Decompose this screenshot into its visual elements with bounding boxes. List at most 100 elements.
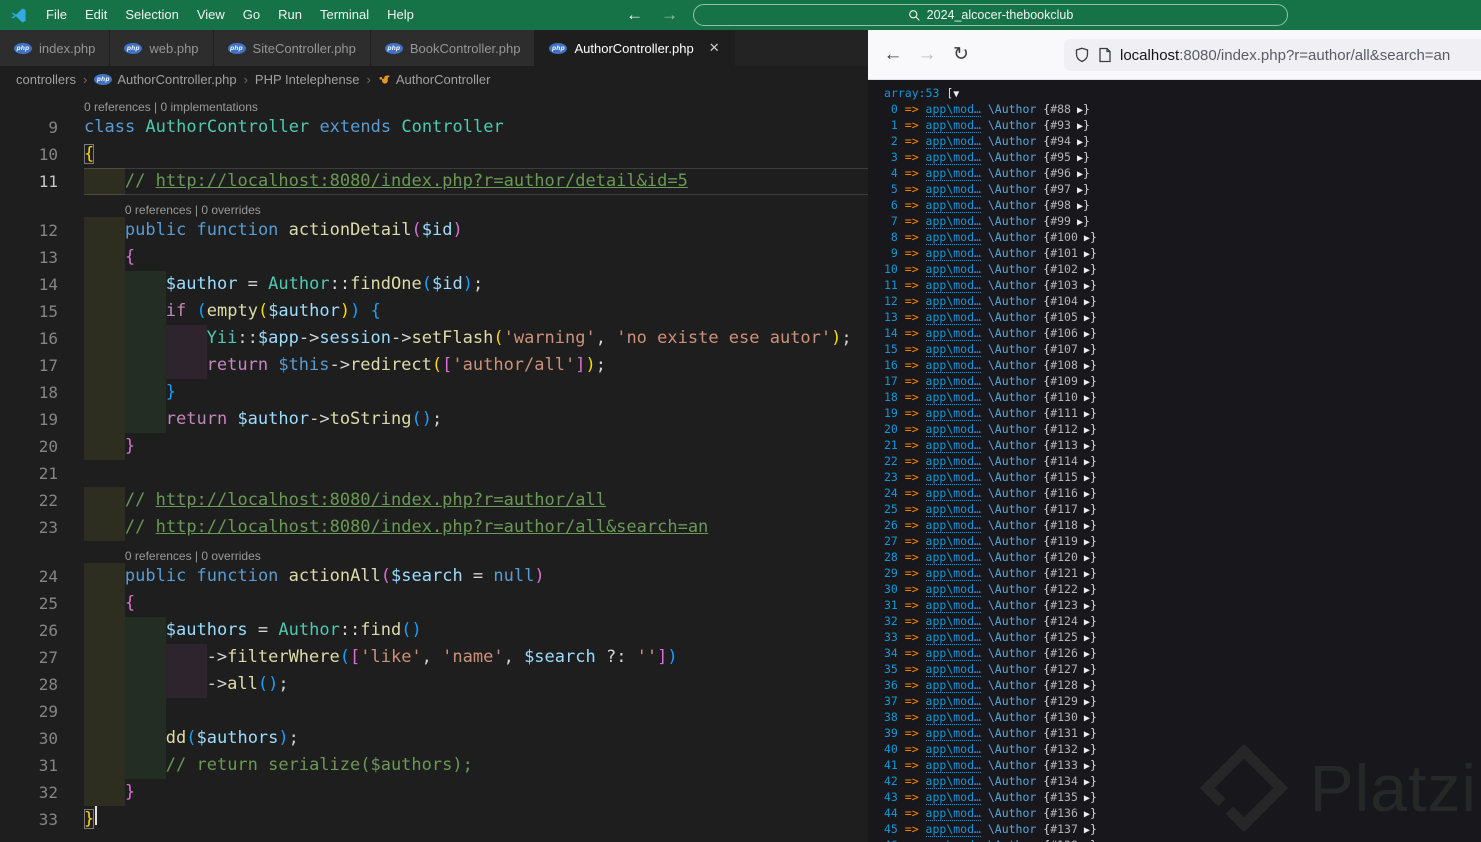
tab-index-php[interactable]: php index.php [0,30,111,66]
line-number[interactable]: 16 [0,325,58,352]
expand-toggle-icon[interactable]: ▶ [1078,585,1090,596]
line-number[interactable]: 17 [0,352,58,379]
expand-toggle-icon[interactable]: ▶ [1071,185,1083,196]
codelens-references[interactable]: 0 references | 0 overrides [0,195,868,217]
breadcrumb-item-controllers[interactable]: controllers [16,72,76,87]
expand-toggle-icon[interactable]: ▶ [1078,745,1090,756]
expand-toggle-icon[interactable]: ▶ [1078,633,1090,644]
expand-toggle-icon[interactable]: ▶ [1078,617,1090,628]
line-number[interactable]: 31 [0,752,58,779]
menu-item-run[interactable]: Run [269,0,311,30]
address-bar[interactable]: localhost:8080/index.php?r=author/all&se… [1064,39,1481,71]
line-number[interactable]: 33 [0,806,58,833]
line-number[interactable]: 23 [0,514,58,541]
code-line[interactable]: 23 // http://localhost:8080/index.php?r=a… [0,514,868,541]
expand-toggle-icon[interactable]: ▶ [1078,345,1090,356]
url-link[interactable]: http://localhost:8080/index.php?r=author… [156,490,606,510]
code-line[interactable]: 16 Yii::$app->session->setFlash('warning'… [0,325,868,352]
expand-toggle-icon[interactable]: ▶ [1078,761,1090,772]
line-number[interactable]: 20 [0,433,58,460]
expand-toggle-icon[interactable]: ▶ [1078,249,1090,260]
line-number[interactable]: 18 [0,379,58,406]
line-number[interactable]: 13 [0,244,58,271]
tab-authorcontroller-php[interactable]: php AuthorController.php ✕ [535,30,735,66]
expand-toggle-icon[interactable]: ▶ [1071,201,1083,212]
expand-toggle-icon[interactable]: ▶ [1078,521,1090,532]
line-number[interactable]: 10 [0,141,58,168]
expand-toggle-icon[interactable]: ▶ [1078,329,1090,340]
expand-toggle-icon[interactable]: ▶ [1071,169,1083,180]
command-center-search[interactable]: 2024_alcocer-thebookclub [693,4,1288,26]
line-number[interactable]: 22 [0,487,58,514]
expand-toggle-icon[interactable]: ▶ [1078,361,1090,372]
code-line[interactable]: 24 public function actionAll($search = nu… [0,563,868,590]
expand-toggle-icon[interactable]: ▶ [1078,297,1090,308]
expand-toggle-icon[interactable]: ▶ [1078,777,1090,788]
expand-toggle-icon[interactable]: ▶ [1078,809,1090,820]
line-number[interactable]: 9 [0,114,58,141]
code-line[interactable]: 17 return $this->redirect(['author/all'])… [0,352,868,379]
expand-toggle-icon[interactable]: ▶ [1078,553,1090,564]
expand-toggle-icon[interactable]: ▶ [1071,121,1083,132]
expand-toggle-icon[interactable]: ▶ [1078,409,1090,420]
expand-toggle-icon[interactable]: ▶ [1078,537,1090,548]
expand-toggle-icon[interactable]: ▶ [1078,825,1090,836]
line-number[interactable]: 15 [0,298,58,325]
expand-toggle-icon[interactable]: ▶ [1078,569,1090,580]
tab-bookcontroller-php[interactable]: php BookController.php [370,30,536,66]
expand-toggle-icon[interactable]: ▶ [1078,233,1090,244]
line-number[interactable]: 26 [0,617,58,644]
expand-toggle-icon[interactable]: ▶ [1078,377,1090,388]
menu-item-terminal[interactable]: Terminal [311,0,378,30]
expand-toggle-icon[interactable]: ▶ [1078,281,1090,292]
code-line[interactable]: 18} [0,379,868,406]
collapse-toggle-icon[interactable]: ▼ [953,89,959,100]
code-line[interactable]: 27 ->filterWhere(['like', 'name', $search… [0,644,868,671]
url-link[interactable]: http://localhost:8080/index.php?r=author… [156,171,688,191]
tab-web-php[interactable]: php web.php [110,30,214,66]
code-line[interactable]: 26 $authors = Author::find() [0,617,868,644]
breadcrumb-item-authorcontroller[interactable]: AuthorController [378,72,490,87]
codelens-references[interactable]: 0 references | 0 overrides [0,541,868,563]
line-number[interactable]: 21 [0,460,58,487]
expand-toggle-icon[interactable]: ▶ [1078,425,1090,436]
menu-item-file[interactable]: File [37,0,76,30]
tab-sitecontroller-php[interactable]: php SiteController.php [213,30,371,66]
expand-toggle-icon[interactable]: ▶ [1078,713,1090,724]
expand-toggle-icon[interactable]: ▶ [1078,505,1090,516]
code-line[interactable]: 29 [0,698,868,725]
shield-icon[interactable] [1074,47,1090,63]
expand-toggle-icon[interactable]: ▶ [1071,153,1083,164]
line-number[interactable]: 19 [0,406,58,433]
code-line[interactable]: 22 // http://localhost:8080/index.php?r=a… [0,487,868,514]
menu-item-go[interactable]: Go [234,0,269,30]
expand-toggle-icon[interactable]: ▶ [1078,665,1090,676]
expand-toggle-icon[interactable]: ▶ [1078,601,1090,612]
expand-toggle-icon[interactable]: ▶ [1078,681,1090,692]
code-line[interactable]: 25 { [0,590,868,617]
code-line[interactable]: 33} [0,806,868,833]
browser-forward-button[interactable]: → [910,44,944,66]
line-number[interactable]: 24 [0,563,58,590]
line-number[interactable]: 32 [0,779,58,806]
line-number[interactable]: 25 [0,590,58,617]
code-line[interactable]: 31 // return serialize($authors); [0,752,868,779]
line-number[interactable]: 12 [0,217,58,244]
code-line[interactable]: 11 // http://localhost:8080/index.php?r=a… [0,168,868,195]
expand-toggle-icon[interactable]: ▶ [1078,649,1090,660]
expand-toggle-icon[interactable]: ▶ [1078,793,1090,804]
line-number[interactable]: 11 [0,168,58,195]
close-icon[interactable]: ✕ [709,40,720,56]
code-line[interactable]: 20} [0,433,868,460]
code-line[interactable]: 19 return $author->toString(); [0,406,868,433]
line-number[interactable]: 14 [0,271,58,298]
menu-item-edit[interactable]: Edit [76,0,116,30]
line-number[interactable]: 27 [0,644,58,671]
expand-toggle-icon[interactable]: ▶ [1071,217,1083,228]
expand-toggle-icon[interactable]: ▶ [1078,393,1090,404]
browser-back-button[interactable]: ← [876,44,910,66]
editor-back-button[interactable]: ← [626,5,643,25]
expand-toggle-icon[interactable]: ▶ [1071,105,1083,116]
breadcrumb-item-php-intelephense[interactable]: PHP Intelephense [255,72,360,87]
line-number[interactable]: 28 [0,671,58,698]
